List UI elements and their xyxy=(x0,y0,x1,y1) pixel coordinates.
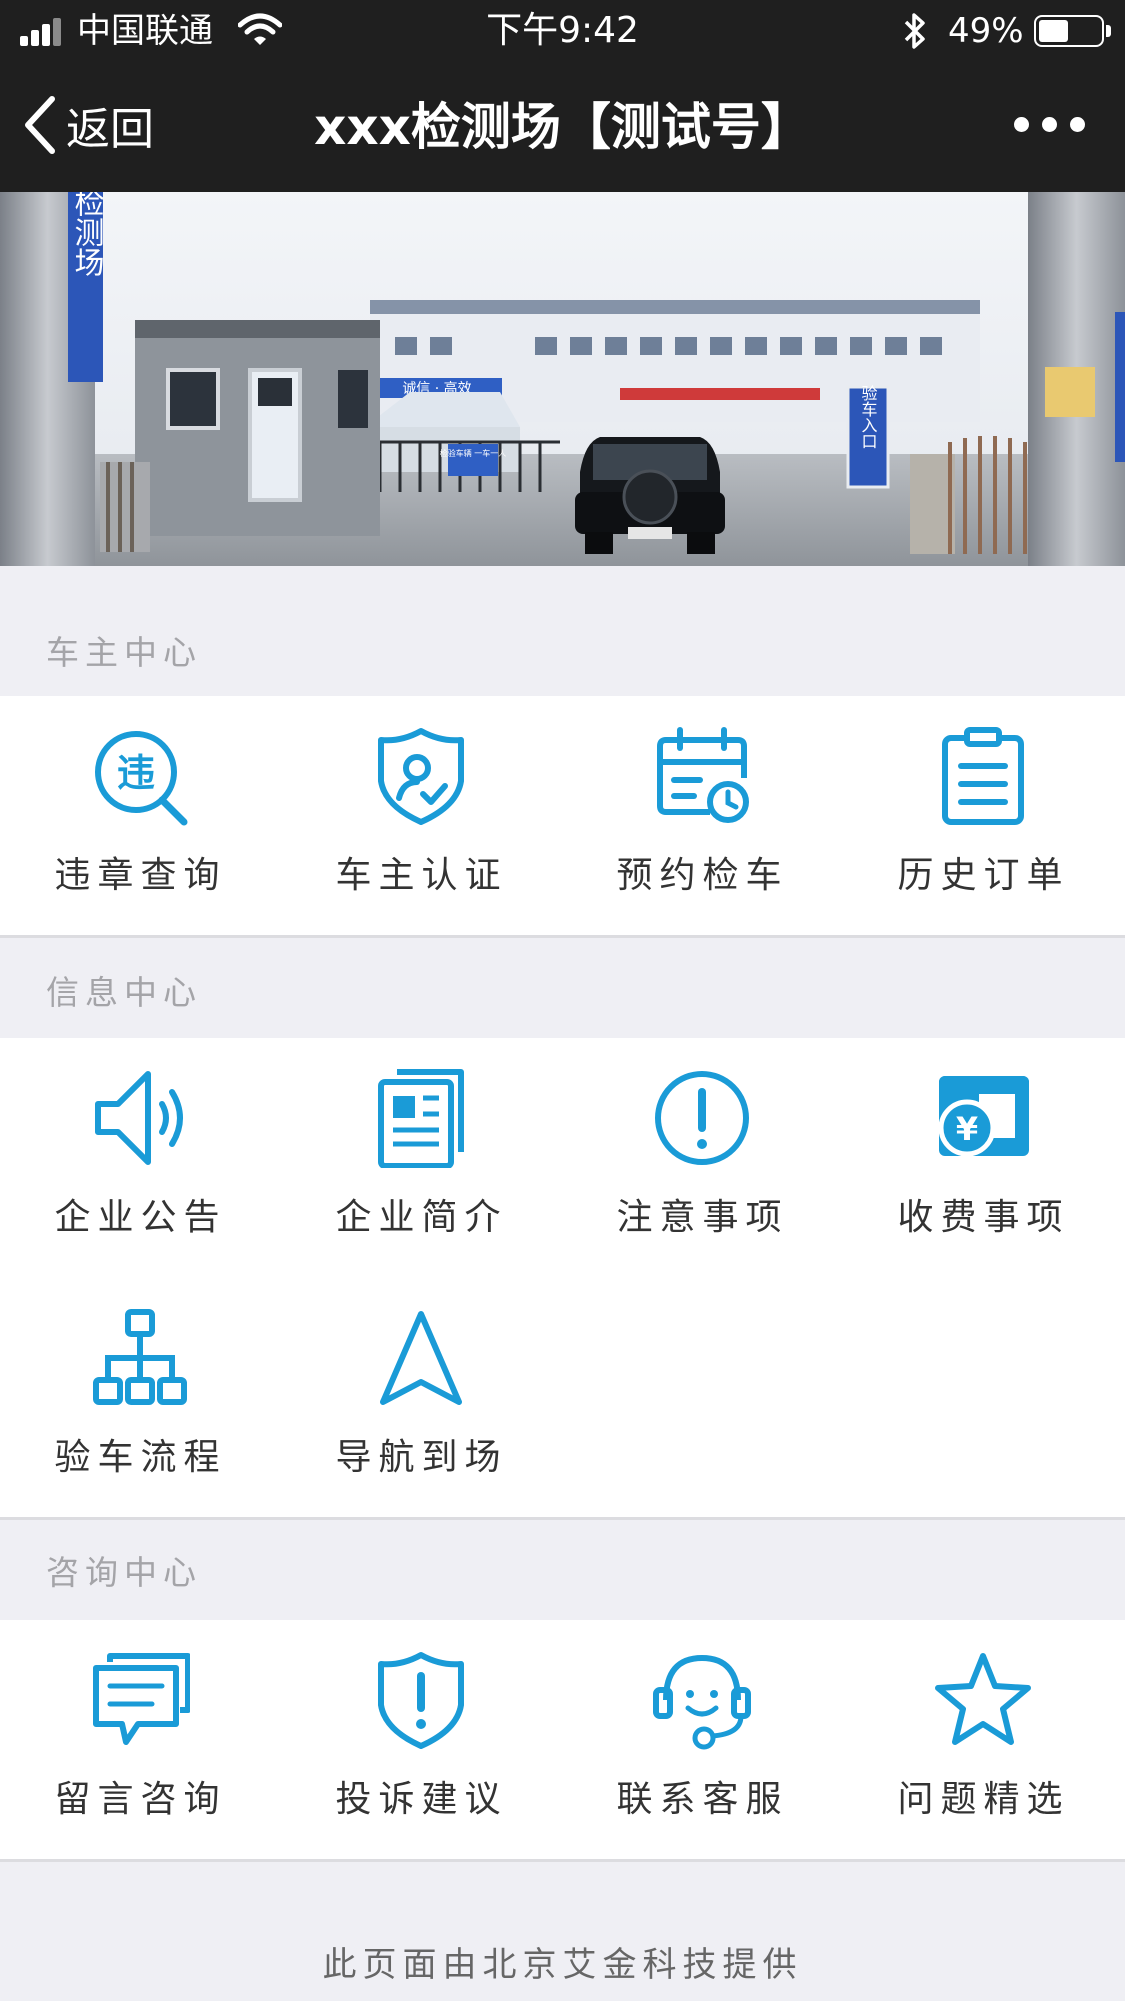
svg-text:违: 违 xyxy=(117,751,155,795)
violation-search-icon: 违 xyxy=(95,731,188,826)
menu-item-company-profile[interactable]: 企业简介 xyxy=(281,1038,562,1278)
headset-support-icon xyxy=(653,1654,751,1750)
battery-percent: 49% xyxy=(948,11,1024,51)
star-icon xyxy=(935,1653,1031,1745)
menu-item-label: 违章查询 xyxy=(54,855,227,896)
owner-verify-shield-icon xyxy=(378,728,464,825)
bluetooth-icon xyxy=(904,13,925,49)
menu-item-label: 问题精选 xyxy=(897,1779,1070,1820)
calendar-clock-icon xyxy=(657,727,749,823)
svg-text:¥: ¥ xyxy=(956,1110,978,1148)
clipboard-list-icon xyxy=(942,727,1024,825)
consult-center-grid: 留言咨询 投诉建议 联系客服 问题精选 xyxy=(0,1620,1125,1860)
yuan-card-icon: ¥ xyxy=(938,1076,1029,1157)
status-bar: 中国联通 下午9:42 49% xyxy=(0,0,1125,62)
menu-item-label: 车主认证 xyxy=(335,855,508,896)
banner-sign-one-car: 检验车辆 一车一人 xyxy=(440,448,507,458)
menu-item-label: 联系客服 xyxy=(616,1779,789,1820)
section-divider xyxy=(0,1859,1125,1862)
section-header-consult: 咨询中心 xyxy=(0,1520,1125,1620)
menu-item-label: 企业简介 xyxy=(335,1197,508,1238)
speaker-icon xyxy=(95,1071,183,1165)
banner-image[interactable]: 诚信 · 高效 检验车辆 一车一人 检测场 验车入口 xyxy=(0,192,1125,566)
menu-item-navigate[interactable]: 导航到场 xyxy=(281,1278,562,1518)
menu-item-label: 注意事项 xyxy=(616,1197,789,1238)
message-bubbles-icon xyxy=(93,1653,190,1745)
menu-item-notices[interactable]: 注意事项 xyxy=(562,1038,843,1278)
menu-item-fees[interactable]: ¥ 收费事项 xyxy=(843,1038,1124,1278)
battery-nub xyxy=(1106,25,1111,37)
banner-sign-station: 检测场 xyxy=(69,192,105,277)
section-title: 车主中心 xyxy=(46,633,202,672)
exclamation-circle-icon xyxy=(655,1071,749,1165)
flowchart-icon xyxy=(93,1309,187,1405)
menu-item-label: 收费事项 xyxy=(897,1197,1070,1238)
menu-item-label: 留言咨询 xyxy=(54,1779,227,1820)
menu-item-faq[interactable]: 问题精选 xyxy=(843,1620,1124,1860)
menu-item-leave-message[interactable]: 留言咨询 xyxy=(0,1620,281,1860)
section-header-owner: 车主中心 xyxy=(0,566,1125,696)
menu-item-owner-verify[interactable]: 车主认证 xyxy=(281,696,562,936)
more-menu-icon[interactable] xyxy=(1012,112,1088,140)
menu-item-company-notice[interactable]: 企业公告 xyxy=(0,1038,281,1278)
nav-bar: 返回 xxx检测场【测试号】 xyxy=(0,62,1125,192)
menu-item-label: 验车流程 xyxy=(54,1437,227,1478)
section-header-info: 信息中心 xyxy=(0,938,1125,1038)
menu-item-label: 预约检车 xyxy=(616,855,789,896)
menu-item-label: 历史订单 xyxy=(897,855,1070,896)
menu-item-history-orders[interactable]: 历史订单 xyxy=(843,696,1124,936)
section-title: 咨询中心 xyxy=(46,1553,202,1592)
menu-item-complaint[interactable]: 投诉建议 xyxy=(281,1620,562,1860)
page-title: xxx检测场【测试号】 xyxy=(314,98,811,156)
menu-item-violation-query[interactable]: 违 违章查询 xyxy=(0,696,281,936)
menu-item-customer-service[interactable]: 联系客服 xyxy=(562,1620,843,1860)
info-center-grid: 企业公告 企业简介 注意事项 ¥ 收费事项 验车流程 导航到场 xyxy=(0,1038,1125,1518)
shield-alert-icon xyxy=(378,1652,464,1749)
section-title: 信息中心 xyxy=(46,973,202,1012)
footer-provider-text: 此页面由北京艾金科技提供 xyxy=(322,1945,803,1985)
inspection-station-photo: 诚信 · 高效 检验车辆 一车一人 检测场 验车入口 xyxy=(0,192,1125,566)
document-icon xyxy=(378,1069,464,1168)
menu-item-inspection-flow[interactable]: 验车流程 xyxy=(0,1278,281,1518)
battery-fill xyxy=(1039,20,1068,42)
menu-item-label: 企业公告 xyxy=(54,1197,227,1238)
navigation-arrow-icon xyxy=(380,1311,462,1405)
owner-center-grid: 违 违章查询 车主认证 预约检车 历史订单 xyxy=(0,696,1125,936)
battery-icon xyxy=(1034,15,1104,47)
menu-item-label: 导航到场 xyxy=(335,1437,508,1478)
menu-item-label: 投诉建议 xyxy=(335,1779,508,1820)
menu-item-book-inspection[interactable]: 预约检车 xyxy=(562,696,843,936)
banner-sign-entrance: 验车入口 xyxy=(859,385,878,449)
